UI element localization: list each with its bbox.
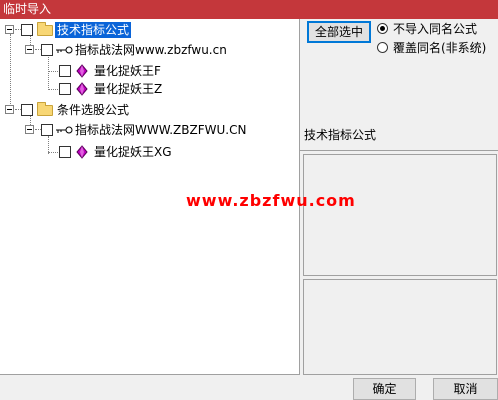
tree-connector (10, 34, 11, 112)
cancel-button[interactable]: 取消 (433, 378, 498, 400)
window-title: 临时导入 (3, 2, 52, 16)
expander-icon[interactable] (25, 45, 34, 54)
tree-node-label[interactable]: 量化捉妖王Z (92, 81, 164, 97)
checkbox-icon[interactable] (59, 146, 71, 158)
gem-icon (76, 145, 88, 159)
select-all-button[interactable]: 全部选中 (307, 21, 371, 43)
tree-node-label[interactable]: 量化捉妖王F (92, 63, 163, 79)
expander-icon[interactable] (5, 25, 14, 34)
radio-label: 不导入同名公式 (393, 22, 478, 36)
expander-icon[interactable] (25, 125, 34, 134)
checkbox-icon[interactable] (21, 104, 33, 116)
checkbox-icon[interactable] (41, 124, 53, 136)
key-icon (56, 126, 73, 134)
checkbox-icon[interactable] (41, 44, 53, 56)
tree-connector (48, 89, 58, 90)
tree-connector (48, 71, 58, 72)
gem-icon (76, 64, 88, 78)
tree-node-label[interactable]: 指标战法网www.zbzfwu.cn (73, 42, 229, 58)
checkbox-icon[interactable] (59, 83, 71, 95)
tree-connector (48, 152, 58, 153)
radio-button-icon[interactable] (377, 23, 388, 34)
divider (300, 150, 498, 151)
radio-button-icon[interactable] (377, 42, 388, 53)
expander-icon[interactable] (5, 105, 14, 114)
tree-connector (48, 55, 49, 90)
radio-overwrite[interactable]: 覆盖同名(非系统) (377, 40, 497, 56)
folder-icon (37, 102, 53, 116)
ok-button[interactable]: 确定 (353, 378, 416, 400)
checkbox-icon[interactable] (21, 24, 33, 36)
tree-node-label[interactable]: 指标战法网WWW.ZBZFWU.CN (73, 122, 248, 138)
detail-title: 技术指标公式 (304, 128, 377, 142)
radio-no-import[interactable]: 不导入同名公式 (377, 21, 497, 37)
radio-label: 覆盖同名(非系统) (393, 41, 487, 55)
tree-node-label[interactable]: 量化捉妖王XG (92, 144, 174, 160)
description-panel[interactable] (303, 154, 497, 276)
gem-icon (76, 82, 88, 96)
tree-node-label[interactable]: 技术指标公式 (55, 22, 132, 38)
key-icon (56, 46, 73, 54)
folder-icon (37, 22, 53, 36)
checkbox-icon[interactable] (59, 65, 71, 77)
window-title-bar: 临时导入 (0, 0, 498, 19)
parameter-panel[interactable] (303, 279, 497, 375)
watermark-text: www.zbzfwu.com (186, 191, 356, 210)
tree-node-label[interactable]: 条件选股公式 (55, 102, 131, 118)
